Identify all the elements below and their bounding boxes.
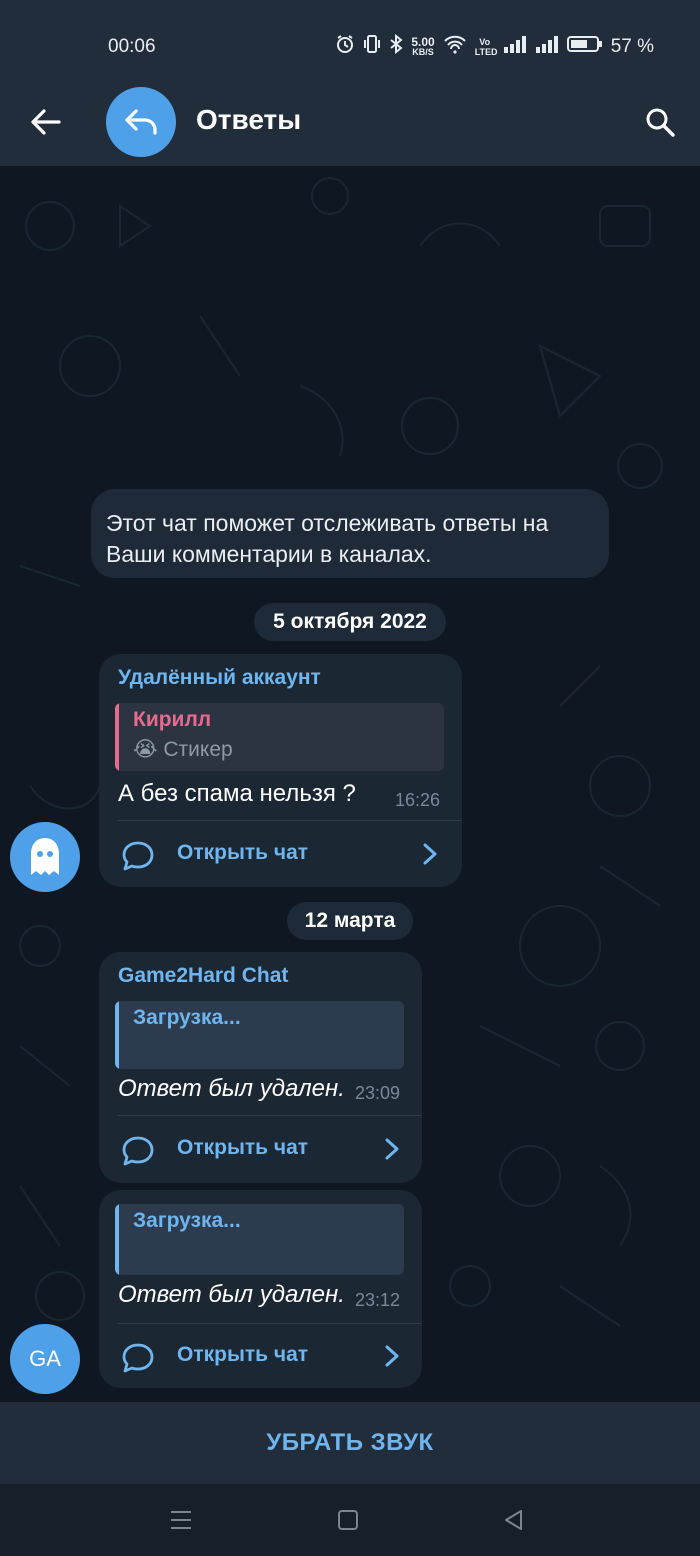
search-icon [646, 108, 675, 137]
system-nav-bar [0, 1484, 700, 1556]
reply-text: 😭 Стикер [133, 737, 233, 762]
chat-area[interactable]: Этот чат поможет отслеживать ответы на В… [0, 166, 700, 1402]
message-bubble[interactable]: Удалённый аккаунт Кирилл 😭 Стикер А без … [99, 654, 462, 887]
date-label: 12 марта [304, 909, 396, 932]
chat-header: Ответы [0, 78, 700, 166]
crying-emoji: 😭 [133, 738, 158, 761]
menu-icon [171, 1511, 191, 1529]
date-separator: 12 марта [287, 902, 413, 940]
comment-icon [122, 1343, 154, 1373]
bluetooth-icon [389, 33, 403, 60]
open-chat-label: Открыть чат [177, 841, 309, 864]
home-nav-button[interactable] [328, 1500, 368, 1540]
status-bar: 00:06 5.00 KB/S Vo LTED 57 % [0, 0, 700, 90]
message-time: 23:09 [355, 1083, 401, 1103]
message-time: 16:26 [395, 790, 441, 810]
message-bubble[interactable]: Загрузка... Ответ был удален. 23:12 Откр… [99, 1190, 422, 1388]
status-time: 00:06 [108, 36, 156, 57]
net-speed-value: 5.00 [411, 35, 435, 49]
top-bar: 00:06 5.00 KB/S Vo LTED 57 % Ответы [0, 0, 700, 166]
triangle-back-icon [505, 1510, 522, 1530]
signal-icon [503, 35, 527, 59]
open-chat-button[interactable]: Открыть чат [99, 821, 462, 887]
chevron-right-icon [423, 843, 437, 865]
battery-percent: 57 % [610, 36, 654, 57]
message-text: А без спама нельзя ? [118, 780, 356, 807]
battery-icon [566, 35, 603, 59]
service-message: Этот чат поможет отслеживать ответы на В… [91, 489, 609, 578]
arrow-left-icon [31, 109, 61, 135]
net-speed: 5.00 KB/S [411, 35, 435, 57]
date-separator: 5 октября 2022 [254, 603, 446, 641]
message-text: Ответ был удален. [118, 1075, 345, 1102]
chat-avatar[interactable] [106, 87, 176, 157]
mute-button[interactable]: УБРАТЬ ЗВУК [0, 1402, 700, 1484]
reply-bar [115, 1001, 119, 1069]
mute-button-label: УБРАТЬ ЗВУК [266, 1429, 434, 1456]
signal-icon-2 [535, 35, 559, 59]
chevron-right-icon [385, 1345, 399, 1367]
reply-preview[interactable]: Загрузка... [115, 1204, 404, 1275]
reply-author: Кирилл [133, 708, 212, 731]
open-chat-label: Открыть чат [177, 1136, 309, 1159]
reply-bar [115, 1204, 119, 1275]
chevron-right-icon [385, 1138, 399, 1160]
reply-arrow-icon [125, 109, 157, 135]
service-message-text: Этот чат поможет отслеживать ответы на В… [106, 510, 549, 567]
avatar[interactable] [10, 822, 80, 892]
comment-icon [122, 841, 154, 871]
wifi-icon [443, 34, 467, 60]
reply-preview[interactable]: Кирилл 😭 Стикер [115, 703, 444, 771]
volte-indicator: Vo LTED [474, 37, 498, 57]
reply-bar [115, 703, 119, 771]
message-time: 23:12 [355, 1290, 401, 1310]
comment-icon [122, 1136, 154, 1166]
date-label: 5 октября 2022 [273, 610, 427, 633]
reply-author: Загрузка... [133, 1006, 241, 1029]
reply-text-label: Стикер [163, 738, 233, 761]
message-bubble[interactable]: Game2Hard Chat Загрузка... Ответ был уда… [99, 952, 422, 1183]
open-chat-label: Открыть чат [177, 1343, 309, 1366]
avatar-initials: GA [29, 1346, 61, 1371]
ghost-icon [31, 838, 59, 875]
reply-preview[interactable]: Загрузка... [115, 1001, 404, 1069]
square-icon [338, 1510, 358, 1530]
back-button[interactable] [22, 98, 70, 146]
open-chat-button[interactable]: Открыть чат [99, 1323, 422, 1389]
message-sender[interactable]: Game2Hard Chat [118, 964, 288, 988]
status-icons: 5.00 KB/S Vo LTED 57 % [335, 33, 654, 60]
avatar[interactable]: GA [10, 1324, 80, 1394]
vibrate-icon [363, 34, 381, 60]
back-nav-button[interactable] [494, 1500, 534, 1540]
menu-nav-button[interactable] [161, 1500, 201, 1540]
message-sender[interactable]: Удалённый аккаунт [118, 666, 321, 690]
net-speed-unit: KB/S [412, 47, 434, 57]
chat-title[interactable]: Ответы [196, 104, 301, 136]
reply-author: Загрузка... [133, 1209, 241, 1232]
alarm-icon [335, 34, 355, 60]
search-button[interactable] [636, 98, 684, 146]
message-text: Ответ был удален. [118, 1281, 345, 1308]
open-chat-button[interactable]: Открыть чат [99, 1116, 422, 1182]
